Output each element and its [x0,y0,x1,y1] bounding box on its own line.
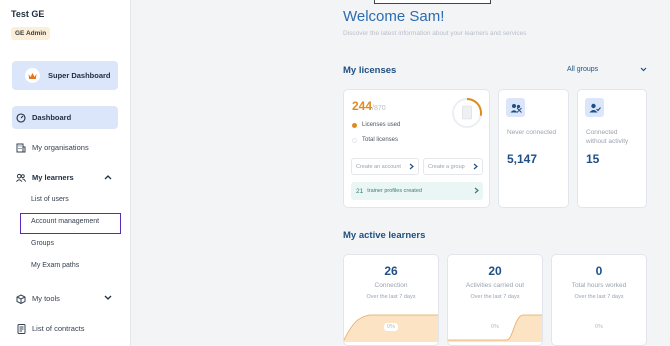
connected-inactive-card: Connected without activity 15 [577,89,647,208]
group-select-value: All groups [567,66,599,73]
hours-value: 0 [595,264,603,278]
legend-total-label: Total licenses [362,137,399,143]
super-dashboard-label: Super Dashboard [48,71,111,80]
create-account-button[interactable]: Create an account [351,158,419,175]
activities-period: Over the last 7 days [470,294,520,300]
chevron-right-icon [409,163,414,172]
sidebar-subitem-exam-paths[interactable]: My Exam paths [31,262,79,269]
activities-percent: 0% [448,323,542,331]
connection-period: Over the last 7 days [366,294,416,300]
trainer-count: 21 [356,187,364,195]
sidebar-item-label: My tools [32,294,60,303]
sidebar-item-label: My learners [32,173,74,182]
create-group-label: Create a group [428,163,465,170]
page-subtitle: Discover the latest information about yo… [343,30,527,37]
licenses-total-value: /870 [372,105,386,112]
create-account-label: Create an account [356,163,401,170]
user-offline-icon [506,98,525,117]
activities-percent-label: 0% [488,323,502,331]
hours-label: Total hours worked [571,282,627,289]
legend-dot-used [352,122,357,128]
page-title: Welcome Sam! [343,8,445,25]
chevron-down-icon [640,67,647,74]
legend-used-label: Licenses used [362,122,401,128]
activities-label: Activities carried out [465,282,525,289]
sidebar-item-organisations[interactable]: My organisations [12,136,118,159]
trainer-text: trainer profiles created [367,188,422,194]
crown-icon [25,68,40,83]
dashboard-icon [16,112,26,123]
sidebar-subitem-account-management[interactable]: Account management [31,218,99,225]
org-name: Test GE [11,9,45,19]
connected-inactive-value: 15 [586,152,600,166]
chevron-up-icon[interactable] [104,173,112,182]
chevron-right-icon [473,163,478,172]
hours-card: 0 Total hours worked Over the last 7 day… [551,254,647,346]
connected-inactive-label: Connected without activity [586,128,628,147]
building-icon [16,143,26,153]
chevron-down-icon[interactable] [104,294,112,303]
trainer-profiles-link[interactable]: 21 trainer profiles created [351,182,483,200]
activities-value: 20 [488,264,502,278]
role-badge: GE Admin [11,27,51,40]
sidebar-item-dashboard[interactable]: Dashboard [12,106,118,129]
never-connected-card: Never connected 5,147 [498,89,569,208]
sidebar-subitem-groups[interactable]: Groups [31,240,54,247]
licenses-used-count: 244/870 [352,99,386,113]
sidebar-item-tools[interactable]: My tools [12,287,118,310]
connection-card: 26 Connection Over the last 7 days 0% [343,254,439,346]
connected-inactive-label-line2: without activity [586,138,629,146]
sidebar-item-contracts[interactable]: List of contracts [12,317,118,340]
legend-used: Licenses used [352,122,400,128]
licenses-used-value: 244 [352,99,373,113]
user-check-icon [585,98,604,117]
activities-card: 20 Activities carried out Over the last … [447,254,543,346]
connection-percent: 0% [344,323,438,331]
license-card-icon [462,105,472,120]
connection-value: 26 [384,264,398,278]
legend-dot-total [352,137,357,143]
chevron-right-icon [474,187,479,196]
connection-label: Connection [374,282,408,289]
connected-inactive-label-line1: Connected [586,129,618,136]
sidebar-item-label: List of contracts [32,324,85,333]
document-icon [16,323,26,334]
licenses-donut-chart [452,98,482,128]
hours-percent-label: 0% [592,323,606,331]
hours-period: Over the last 7 days [574,294,624,300]
create-group-button[interactable]: Create a group [423,158,483,175]
cube-icon [16,293,26,304]
connection-percent-label: 0% [384,323,398,331]
sidebar-subitem-list-of-users[interactable]: List of users [31,196,69,203]
sidebar-item-learners[interactable]: My learners [12,166,118,189]
super-dashboard-button[interactable]: Super Dashboard [12,61,118,90]
top-bar-element [374,0,491,4]
never-connected-value: 5,147 [507,152,538,166]
sidebar-item-label: Dashboard [32,113,72,122]
group-select[interactable]: All groups [567,66,647,73]
legend-total: Total licenses [352,137,398,143]
never-connected-label: Never connected [507,129,557,136]
users-icon [16,173,26,183]
sidebar-item-label: My organisations [32,143,89,152]
active-learners-section-title: My active learners [343,230,426,241]
licenses-card: 244/870 Licenses used Total licenses Cre… [343,89,490,208]
sidebar: Test GE GE Admin Super Dashboard Dashboa… [0,0,131,346]
licenses-section-title: My licenses [343,65,397,76]
hours-percent: 0% [552,323,646,331]
